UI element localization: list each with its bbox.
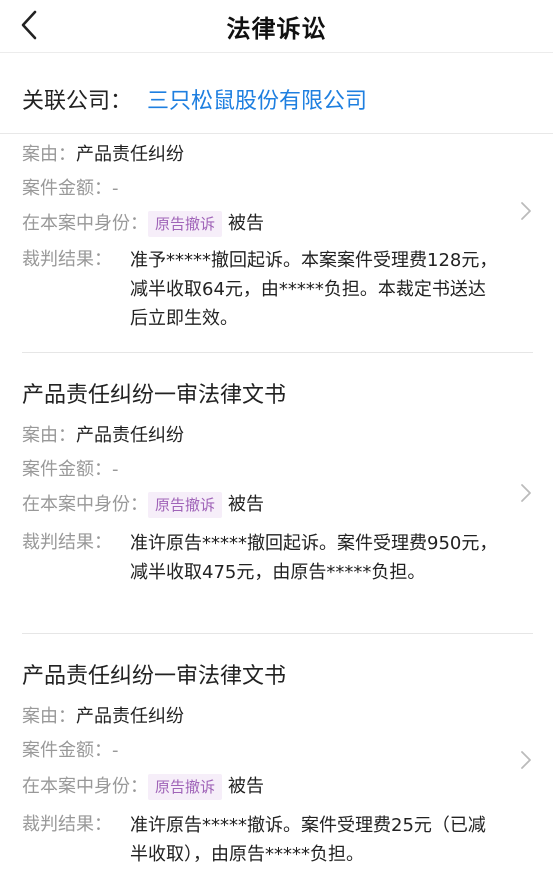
case-amount-row: 案件金额：- bbox=[22, 457, 119, 483]
case-role-label: 在本案中身份： bbox=[22, 213, 148, 234]
case-cause-label: 案由： bbox=[22, 706, 76, 727]
case-item[interactable]: 产品责任纠纷一审法律文书 案由：产品责任纠纷 案件金额：- 在本案中身份： 原告撤… bbox=[0, 353, 553, 633]
case-item[interactable]: 案由：产品责任纠纷 案件金额：- 在本案中身份： 原告撤诉 被告 裁判结果： 准予*… bbox=[0, 134, 553, 352]
case-amount-value: - bbox=[112, 178, 119, 199]
chevron-right-icon bbox=[521, 751, 531, 769]
case-cause-label: 案由： bbox=[22, 144, 76, 165]
related-company-bar: 关联公司： 三只松鼠股份有限公司 bbox=[0, 53, 553, 133]
related-company-label: 关联公司： bbox=[22, 89, 133, 114]
case-role-label: 在本案中身份： bbox=[22, 494, 148, 515]
case-cause-row: 案由：产品责任纠纷 bbox=[22, 704, 184, 730]
case-role-badge: 原告撤诉 bbox=[148, 492, 223, 518]
case-amount-row: 案件金额：- bbox=[22, 176, 119, 202]
case-result-text: 准许原告*****撤回起诉。案件受理费950元，减半收取475元，由原告****… bbox=[130, 533, 498, 583]
case-title: 产品责任纠纷一审法律文书 bbox=[22, 664, 287, 689]
case-role-badge: 原告撤诉 bbox=[148, 774, 223, 800]
case-role-row: 在本案中身份： 原告撤诉 被告 bbox=[22, 492, 264, 518]
case-role-row: 在本案中身份： 原告撤诉 被告 bbox=[22, 774, 264, 800]
case-amount-row: 案件金额：- bbox=[22, 738, 119, 764]
case-amount-label: 案件金额： bbox=[22, 740, 112, 761]
case-result-label: 裁判结果： bbox=[22, 249, 112, 270]
case-role-badge: 原告撤诉 bbox=[148, 211, 223, 237]
case-role-label: 在本案中身份： bbox=[22, 776, 148, 797]
case-amount-label: 案件金额： bbox=[22, 178, 112, 199]
case-amount-label: 案件金额： bbox=[22, 459, 112, 480]
case-cause-value: 产品责任纠纷 bbox=[76, 425, 184, 446]
page-title: 法律诉讼 bbox=[226, 15, 327, 43]
related-company-link[interactable]: 三只松鼠股份有限公司 bbox=[147, 83, 367, 115]
case-cause-label: 案由： bbox=[22, 425, 76, 446]
case-result-label: 裁判结果： bbox=[22, 814, 112, 835]
case-cause-value: 产品责任纠纷 bbox=[76, 144, 184, 165]
case-role-value: 被告 bbox=[228, 494, 265, 515]
case-result-text: 准予*****撤回起诉。本案案件受理费128元，减半收取64元，由*****负担… bbox=[130, 250, 498, 329]
case-cause-row: 案由：产品责任纠纷 bbox=[22, 142, 184, 168]
navigation-bar: 法律诉讼 bbox=[0, 0, 553, 53]
case-amount-value: - bbox=[112, 740, 119, 761]
case-cause-row: 案由：产品责任纠纷 bbox=[22, 423, 184, 449]
case-role-value: 被告 bbox=[228, 776, 265, 797]
case-role-value: 被告 bbox=[228, 213, 265, 234]
case-result-text: 准许原告*****撤诉。案件受理费25元（已减半收取），由原告*****负担。 bbox=[130, 815, 486, 865]
case-item[interactable]: 产品责任纠纷一审法律文书 案由：产品责任纠纷 案件金额：- 在本案中身份： 原告撤… bbox=[0, 634, 553, 876]
chevron-right-icon bbox=[521, 484, 531, 502]
case-cause-value: 产品责任纠纷 bbox=[76, 706, 184, 727]
case-role-row: 在本案中身份： 原告撤诉 被告 bbox=[22, 211, 264, 237]
chevron-right-icon bbox=[521, 202, 531, 220]
case-result-label: 裁判结果： bbox=[22, 532, 112, 553]
case-title: 产品责任纠纷一审法律文书 bbox=[22, 383, 287, 408]
case-amount-value: - bbox=[112, 459, 119, 480]
